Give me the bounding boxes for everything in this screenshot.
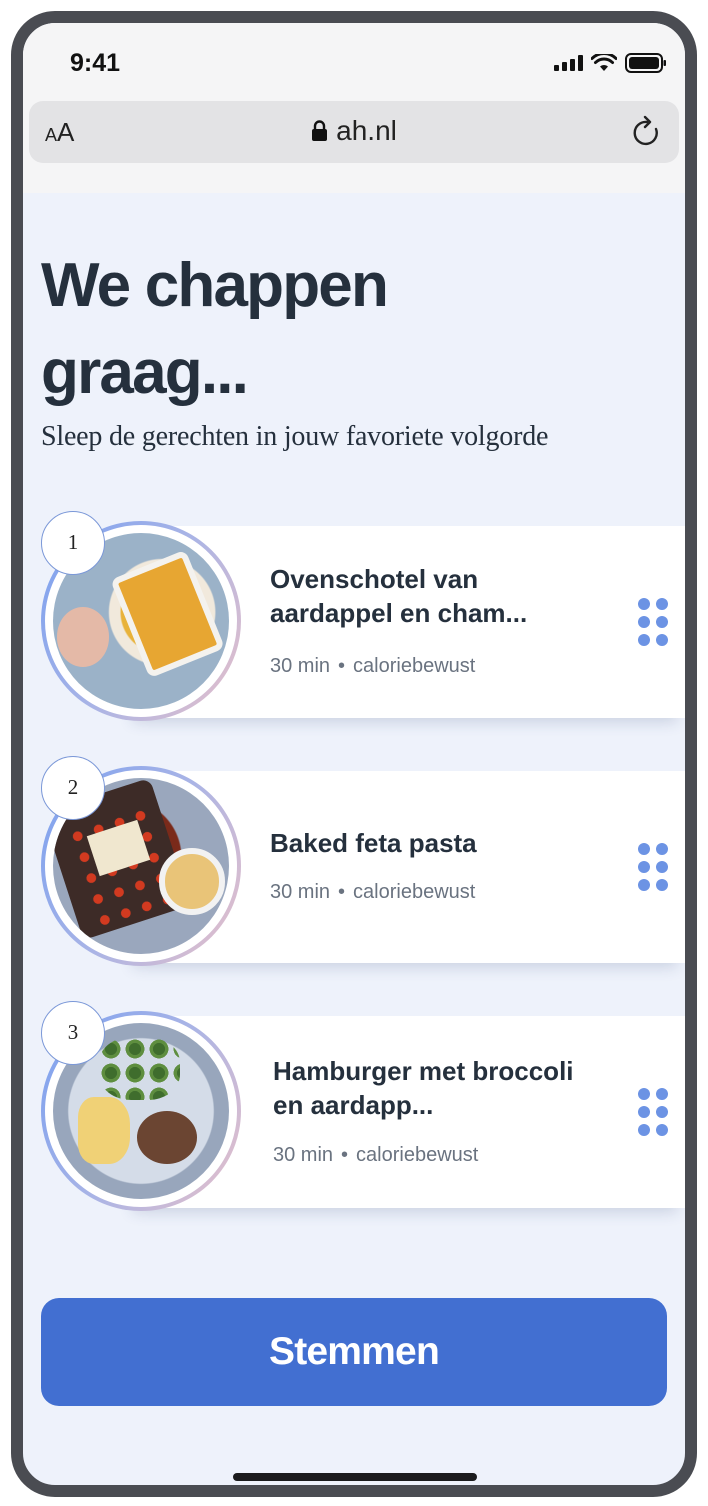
rank-badge: 3 bbox=[41, 1001, 105, 1065]
url-display[interactable]: ah.nl bbox=[29, 115, 679, 147]
meta-separator: • bbox=[341, 1144, 349, 1166]
status-bar: 9:41 AA ah.nl bbox=[23, 23, 685, 193]
status-icons bbox=[554, 53, 667, 73]
status-time: 9:41 bbox=[70, 49, 121, 77]
recipe-tag: caloriebewust bbox=[356, 1144, 479, 1166]
url-text: ah.nl bbox=[336, 115, 397, 146]
recipe-tag: caloriebewust bbox=[353, 881, 476, 903]
page-content: We chappen graag... Sleep de gerechten i… bbox=[23, 193, 685, 1485]
recipe-meta: 30 min • caloriebewust bbox=[270, 881, 475, 904]
recipe-time: 30 min bbox=[273, 1144, 334, 1166]
reload-icon[interactable] bbox=[631, 115, 663, 149]
meta-separator: • bbox=[338, 655, 346, 677]
meta-separator: • bbox=[338, 881, 346, 903]
address-bar[interactable]: AA ah.nl bbox=[29, 101, 679, 163]
page-subtitle: Sleep de gerechten in jouw favoriete vol… bbox=[41, 421, 549, 452]
drag-handle-icon[interactable] bbox=[638, 843, 668, 891]
cellular-signal-icon bbox=[554, 55, 583, 71]
recipe-title: Baked feta pasta bbox=[270, 828, 477, 858]
rank-badge: 1 bbox=[41, 511, 105, 575]
drag-handle-icon[interactable] bbox=[638, 1088, 668, 1136]
recipe-title: Hamburger met broccoli en aardapp... bbox=[273, 1056, 574, 1120]
recipe-time: 30 min bbox=[270, 655, 331, 677]
wifi-icon bbox=[591, 54, 617, 71]
recipe-meta: 30 min • caloriebewust bbox=[273, 1144, 478, 1167]
page-title: We chappen graag... bbox=[41, 251, 389, 407]
home-indicator[interactable] bbox=[233, 1473, 477, 1481]
rank-badge: 2 bbox=[41, 756, 105, 820]
recipe-time: 30 min bbox=[270, 881, 331, 903]
battery-icon bbox=[625, 53, 666, 73]
recipe-meta: 30 min • caloriebewust bbox=[270, 655, 475, 678]
drag-handle-icon[interactable] bbox=[638, 598, 668, 646]
vote-button[interactable]: Stemmen bbox=[41, 1298, 667, 1406]
phone-frame: 9:41 AA ah.nl We chappen graag... Sleep … bbox=[11, 11, 697, 1497]
recipe-tag: caloriebewust bbox=[353, 655, 476, 677]
recipe-title: Ovenschotel van aardappel en cham... bbox=[270, 564, 528, 628]
lock-icon bbox=[312, 120, 328, 141]
